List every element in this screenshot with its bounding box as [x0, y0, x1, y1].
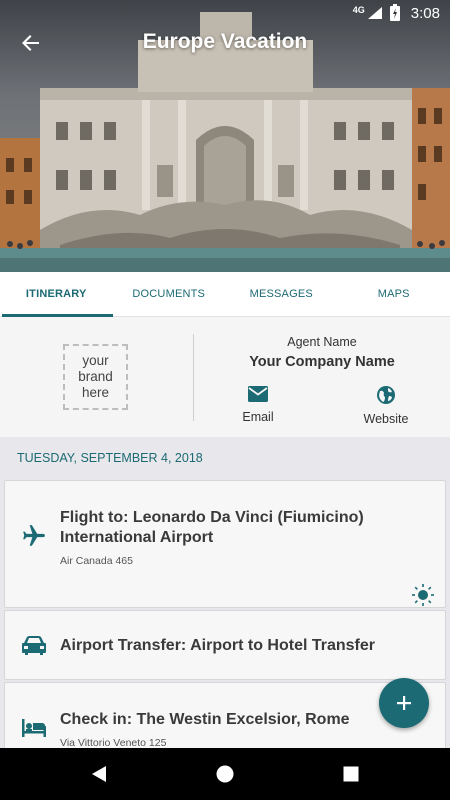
circle-home-icon [216, 765, 234, 783]
app-bar: Europe Vacation [0, 26, 450, 60]
brand-placeholder-line: here [81, 385, 110, 400]
itinerary-item-title: Flight to: Leonardo Da Vinci (Fiumicino)… [60, 509, 364, 546]
car-icon [22, 636, 46, 655]
itinerary-item-transfer[interactable]: Airport Transfer: Airport to Hotel Trans… [4, 610, 446, 680]
itinerary-item-title: Airport Transfer: Airport to Hotel Trans… [60, 637, 375, 654]
itinerary-item-hotel[interactable]: Check in: The Westin Excelsior, Rome Via… [4, 682, 446, 748]
itinerary-item-subtitle: Via Vittorio Veneto 125 [60, 737, 167, 748]
website-label: Website [363, 412, 409, 426]
nav-recents-button[interactable] [339, 762, 363, 786]
agent-name: Agent Name [287, 335, 357, 349]
tab-messages[interactable]: MESSAGES [225, 272, 338, 316]
email-button[interactable]: Email [218, 385, 298, 424]
email-label: Email [242, 410, 274, 424]
website-button[interactable]: Website [346, 385, 426, 426]
itinerary-item-subtitle: Air Canada 465 [60, 555, 133, 567]
clock: 3:08 [410, 4, 440, 22]
tab-itinerary[interactable]: ITINERARY [0, 272, 113, 317]
brand-logo-placeholder: your brand here [63, 344, 128, 410]
agent-card: your brand here Agent Name Your Company … [0, 317, 450, 437]
page-title: Europe Vacation [142, 30, 308, 53]
itinerary-item-flight[interactable]: Flight to: Leonardo Da Vinci (Fiumicino)… [4, 480, 446, 608]
nav-home-button[interactable] [213, 762, 237, 786]
sun-icon [412, 584, 434, 606]
header-image: 4G 3:08 Europe Vacation [0, 0, 450, 272]
brand-placeholder-line: brand [78, 369, 113, 384]
network-label: 4G [352, 5, 365, 15]
add-button[interactable] [379, 678, 429, 728]
nav-back-button[interactable] [87, 762, 111, 786]
globe-icon [377, 386, 395, 404]
airplane-icon [23, 525, 45, 546]
brand-placeholder-line: your [82, 353, 109, 368]
tab-maps[interactable]: MAPS [338, 272, 450, 316]
mail-icon [248, 386, 268, 402]
plus-icon [397, 696, 411, 710]
square-recents-icon [343, 766, 359, 782]
system-nav-bar [0, 748, 450, 800]
status-bar: 4G 3:08 [0, 0, 450, 26]
tab-documents[interactable]: DOCUMENTS [113, 272, 226, 316]
hotel-bed-icon [22, 719, 46, 737]
battery-icon [389, 4, 400, 21]
triangle-back-icon [92, 766, 106, 782]
company-name: Your Company Name [249, 354, 395, 370]
tab-bar: ITINERARY DOCUMENTS MESSAGES MAPS [0, 272, 450, 317]
signal-icon [367, 7, 382, 19]
date-section-header: TUESDAY, SEPTEMBER 4, 2018 [0, 437, 450, 478]
itinerary-item-title: Check in: The Westin Excelsior, Rome [60, 711, 350, 728]
